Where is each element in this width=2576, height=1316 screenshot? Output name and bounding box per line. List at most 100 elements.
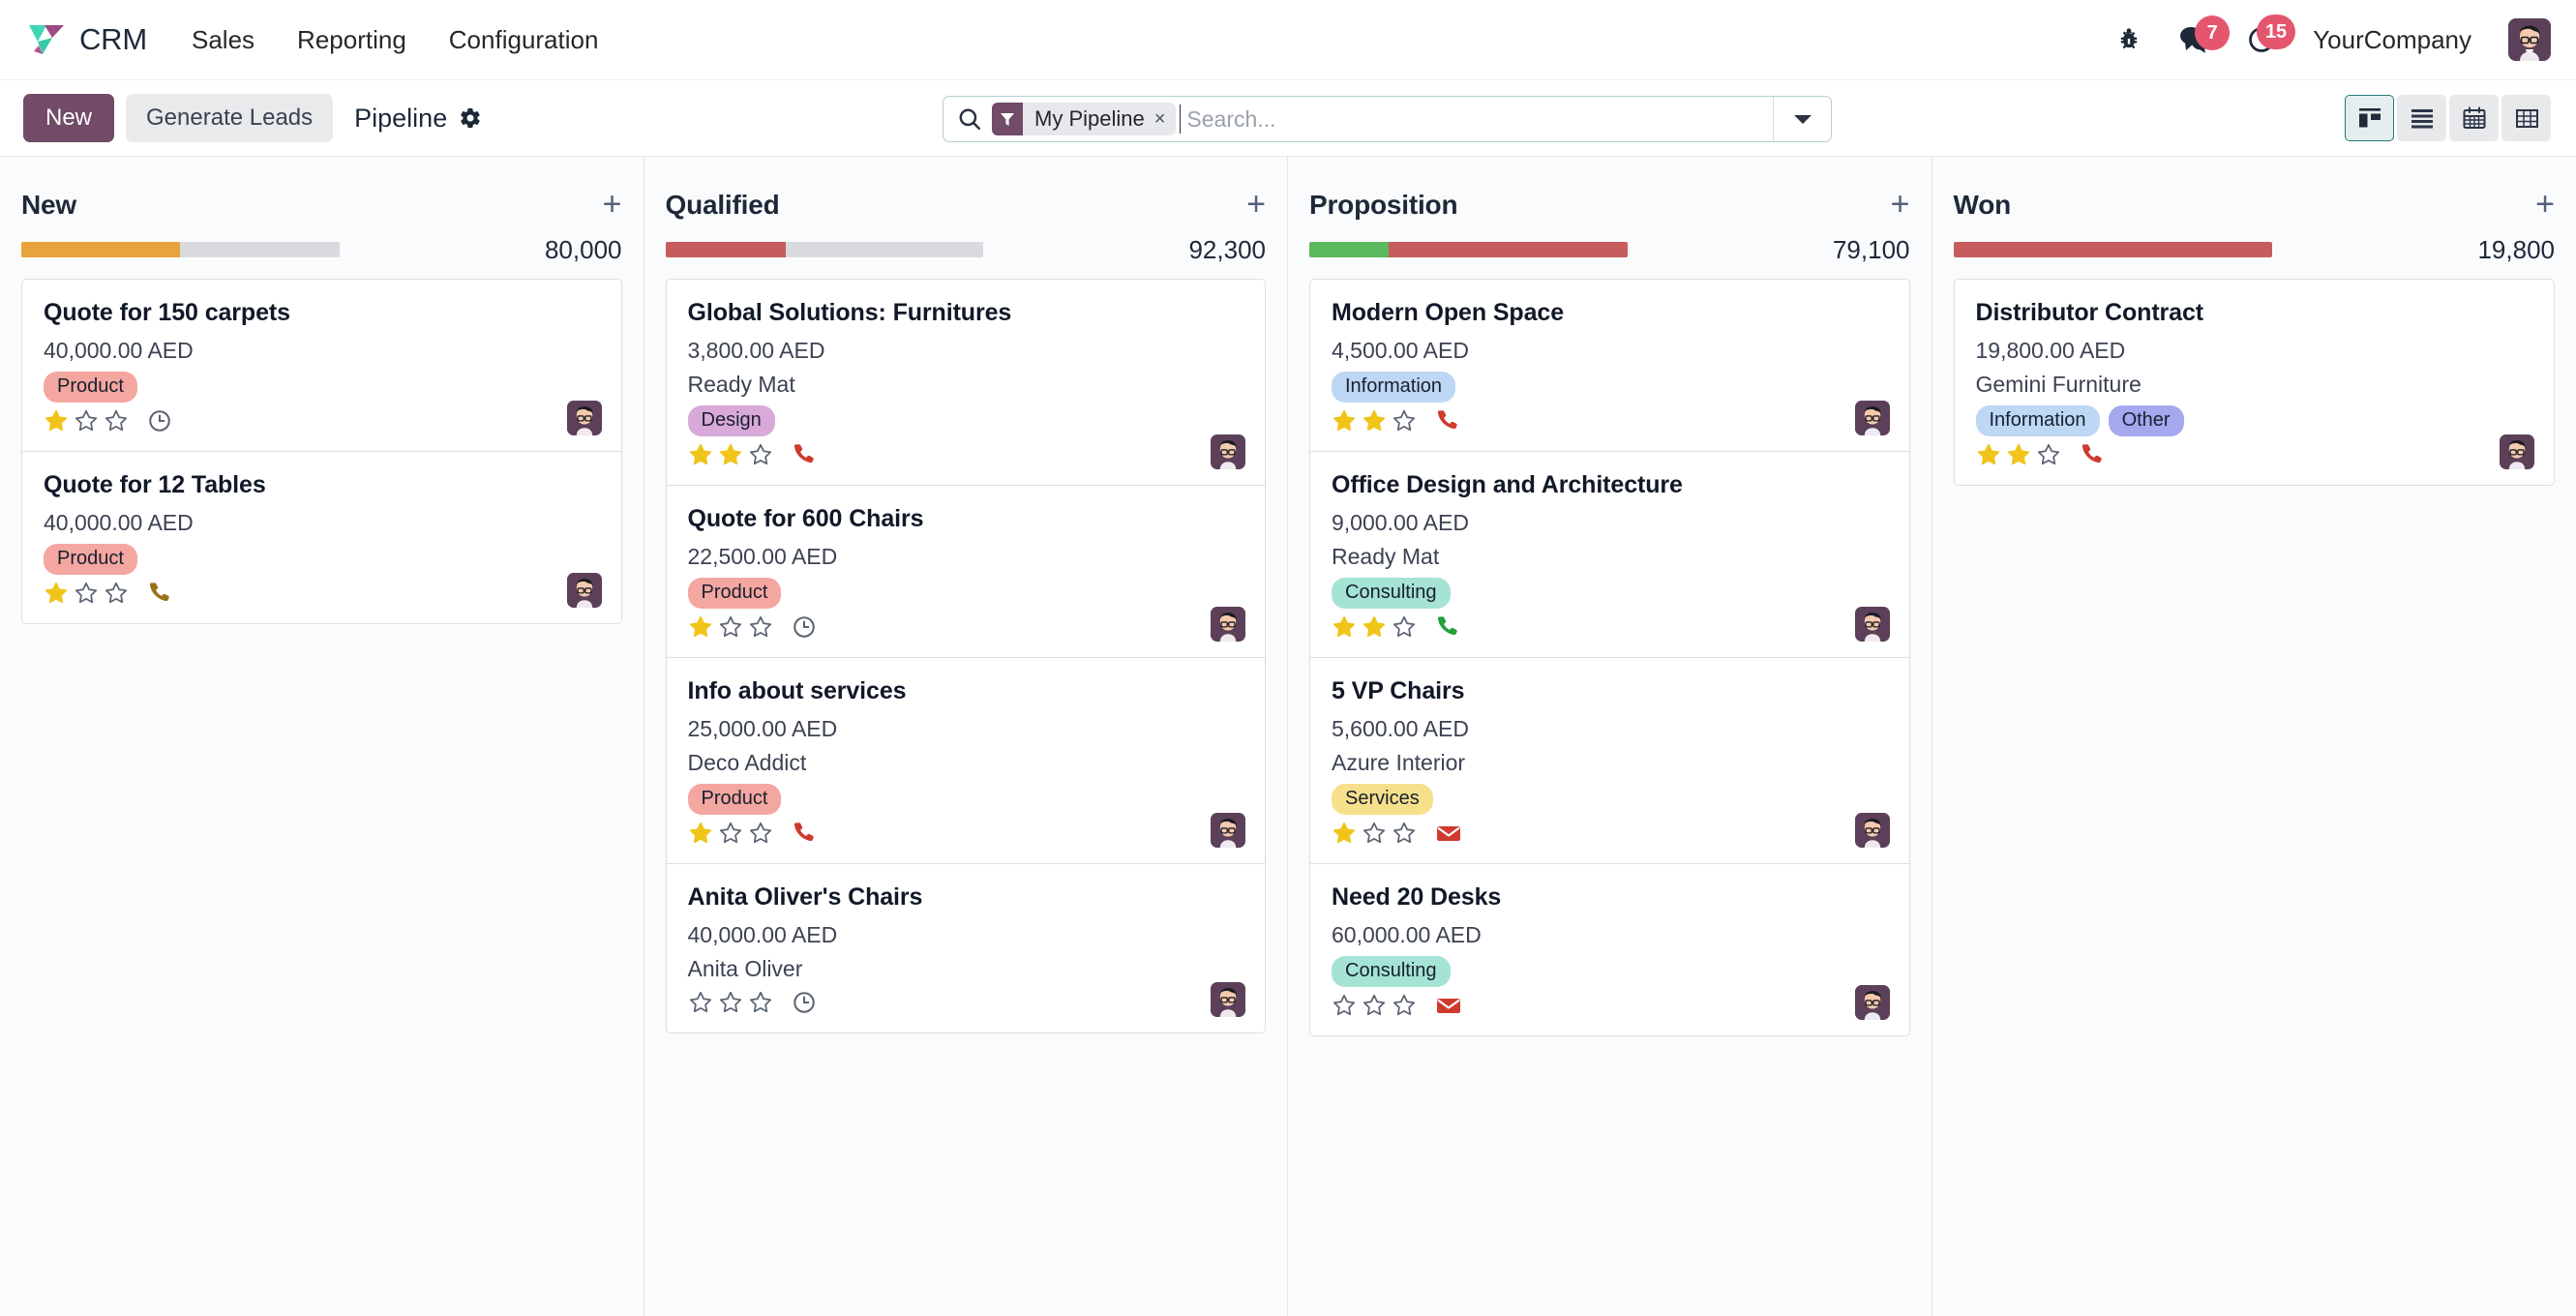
priority-star-1[interactable] <box>688 821 713 846</box>
card-priority-stars[interactable] <box>1332 614 1417 640</box>
card-priority-stars[interactable] <box>44 408 129 434</box>
priority-star-3[interactable] <box>748 821 773 846</box>
column-add-card-button[interactable]: + <box>603 188 622 221</box>
card-activity-email-icon[interactable] <box>1435 993 1462 1018</box>
kanban-card[interactable]: Quote for 600 Chairs 22,500.00 AED Product <box>666 486 1265 658</box>
card-activity-clock-icon[interactable] <box>792 990 817 1015</box>
priority-star-1[interactable] <box>1332 408 1357 434</box>
card-activity-clock-icon[interactable] <box>792 614 817 640</box>
card-tag[interactable]: Services <box>1332 784 1433 815</box>
card-assignee-avatar[interactable] <box>1211 434 1245 469</box>
card-activity-phone-icon[interactable] <box>1435 614 1460 640</box>
brand[interactable]: CRM <box>27 22 147 57</box>
priority-star-3[interactable] <box>748 614 773 640</box>
card-assignee-avatar[interactable] <box>566 573 602 608</box>
priority-star-2[interactable] <box>2006 442 2031 467</box>
kanban-card[interactable]: Quote for 150 carpets 40,000.00 AED Produc… <box>22 280 621 452</box>
column-progressbar[interactable] <box>1953 242 2272 257</box>
company-switcher[interactable]: YourCompany <box>2313 25 2471 55</box>
avatar[interactable] <box>2508 18 2551 61</box>
card-assignee-avatar[interactable] <box>566 401 602 435</box>
card-activity-email-icon[interactable] <box>1435 821 1462 846</box>
priority-star-3[interactable] <box>748 442 773 467</box>
activities-clock-icon[interactable]: 15 <box>2247 15 2296 54</box>
priority-star-1[interactable] <box>44 581 69 606</box>
menu-item-configuration[interactable]: Configuration <box>449 25 599 55</box>
kanban-card[interactable]: Distributor Contract 19,800.00 AED Gemini … <box>1954 280 2554 485</box>
card-tag[interactable]: Consulting <box>1332 578 1451 609</box>
kanban-card[interactable]: Anita Oliver's Chairs 40,000.00 AED Anita … <box>666 864 1265 1032</box>
progressbar-segment[interactable] <box>665 242 787 257</box>
column-add-card-button[interactable]: + <box>1246 188 1266 221</box>
priority-star-2[interactable] <box>718 442 743 467</box>
card-assignee-avatar[interactable] <box>1211 982 1245 1017</box>
card-priority-stars[interactable] <box>1332 993 1417 1018</box>
card-activity-clock-icon[interactable] <box>147 408 172 434</box>
priority-star-1[interactable] <box>1332 614 1357 640</box>
priority-star-2[interactable] <box>718 821 743 846</box>
priority-star-1[interactable] <box>688 990 713 1015</box>
progressbar-segment[interactable] <box>1309 242 1390 257</box>
card-priority-stars[interactable] <box>688 821 773 846</box>
card-tag[interactable]: Information <box>1975 405 2100 436</box>
menu-item-sales[interactable]: Sales <box>192 25 255 55</box>
column-progressbar[interactable] <box>665 242 984 257</box>
card-assignee-avatar[interactable] <box>1854 813 1890 848</box>
priority-star-3[interactable] <box>1392 614 1417 640</box>
card-assignee-avatar[interactable] <box>1211 607 1245 642</box>
card-priority-stars[interactable] <box>688 614 773 640</box>
gear-icon[interactable] <box>459 106 482 130</box>
generate-leads-button[interactable]: Generate Leads <box>126 94 334 142</box>
card-tag[interactable]: Design <box>687 405 775 436</box>
view-button-kanban[interactable] <box>2345 95 2394 141</box>
priority-star-3[interactable] <box>104 408 129 434</box>
priority-star-2[interactable] <box>74 581 99 606</box>
card-tag[interactable]: Other <box>2108 405 2184 436</box>
priority-star-2[interactable] <box>718 990 743 1015</box>
card-priority-stars[interactable] <box>688 990 773 1015</box>
priority-star-1[interactable] <box>44 408 69 434</box>
new-button[interactable]: New <box>23 94 115 142</box>
card-assignee-avatar[interactable] <box>1854 985 1890 1020</box>
card-activity-phone-icon[interactable] <box>792 821 817 846</box>
priority-star-3[interactable] <box>1392 821 1417 846</box>
priority-star-1[interactable] <box>1332 821 1357 846</box>
priority-star-2[interactable] <box>718 614 743 640</box>
card-assignee-avatar[interactable] <box>1854 607 1890 642</box>
card-tag[interactable]: Product <box>687 784 782 815</box>
card-priority-stars[interactable] <box>44 581 129 606</box>
kanban-card[interactable]: Office Design and Architecture 9,000.00 A… <box>1310 452 1909 658</box>
progressbar-segment[interactable] <box>1389 242 1628 257</box>
priority-star-3[interactable] <box>748 990 773 1015</box>
search-dropdown-toggle-icon[interactable] <box>1773 97 1831 141</box>
column-progressbar[interactable] <box>1309 242 1628 257</box>
card-activity-phone-icon[interactable] <box>792 442 817 467</box>
priority-star-3[interactable] <box>1392 993 1417 1018</box>
card-tag[interactable]: Product <box>44 372 137 403</box>
messages-icon[interactable]: 7 <box>2179 15 2231 53</box>
card-activity-phone-icon[interactable] <box>1435 408 1460 434</box>
kanban-card[interactable]: Quote for 12 Tables 40,000.00 AED Product <box>22 452 621 623</box>
card-assignee-avatar[interactable] <box>1211 813 1245 848</box>
card-priority-stars[interactable] <box>1332 408 1417 434</box>
view-button-calendar[interactable] <box>2449 95 2499 141</box>
kanban-card[interactable]: Need 20 Desks 60,000.00 AED Consulting <box>1310 864 1909 1035</box>
search-facet-remove-icon[interactable]: × <box>1154 108 1177 131</box>
priority-star-1[interactable] <box>1976 442 2001 467</box>
priority-star-3[interactable] <box>1392 408 1417 434</box>
card-activity-phone-icon[interactable] <box>147 581 172 606</box>
menu-item-reporting[interactable]: Reporting <box>297 25 406 55</box>
card-assignee-avatar[interactable] <box>2500 434 2534 469</box>
card-activity-phone-icon[interactable] <box>2080 442 2105 467</box>
progressbar-segment[interactable] <box>21 242 181 257</box>
priority-star-2[interactable] <box>1362 993 1387 1018</box>
searchbar[interactable]: My Pipeline × <box>943 96 1832 142</box>
view-button-list[interactable] <box>2397 95 2446 141</box>
priority-star-1[interactable] <box>1332 993 1357 1018</box>
card-priority-stars[interactable] <box>688 442 773 467</box>
column-add-card-button[interactable]: + <box>1891 188 1910 221</box>
view-button-pivot[interactable] <box>2501 95 2551 141</box>
priority-star-2[interactable] <box>1362 821 1387 846</box>
kanban-card[interactable]: Global Solutions: Furnitures 3,800.00 AED… <box>666 280 1265 486</box>
priority-star-3[interactable] <box>104 581 129 606</box>
